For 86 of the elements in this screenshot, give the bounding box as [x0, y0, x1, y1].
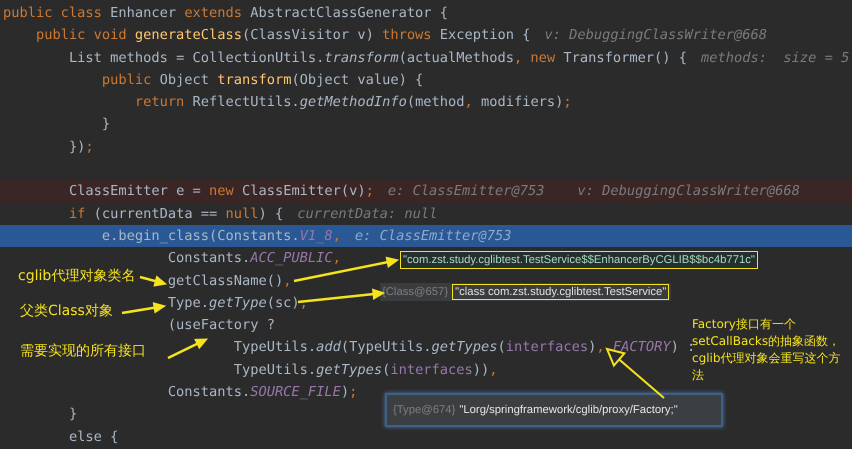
- code-text: Enhancer: [110, 5, 178, 21]
- constant-name: V1_8: [300, 228, 333, 244]
- code-text: (useFactory ?: [168, 317, 275, 334]
- code-text: TypeUtils.: [234, 362, 316, 378]
- code-keyword: return: [134, 94, 186, 110]
- code-keyword: ,: [464, 94, 474, 110]
- constant-name: FACTORY: [612, 339, 671, 356]
- debug-value-hint: v: DebuggingClassWriter@668: [544, 27, 767, 44]
- code-keyword: ;: [85, 138, 94, 155]
- code-keyword: null: [226, 206, 258, 222]
- code-text: (TypeUtils.: [340, 339, 432, 356]
- code-text: (actualMethods: [398, 50, 514, 66]
- popup-value: "Lorg/springframework/cglib/proxy/Factory;": [459, 404, 678, 416]
- code-text: Exception {: [440, 27, 530, 44]
- code-text: (: [497, 339, 506, 356]
- method-call: getTypes: [432, 339, 498, 356]
- code-keyword: public class: [3, 5, 103, 21]
- code-text: Constants.: [168, 250, 250, 266]
- arrow: [167, 338, 208, 360]
- code-text: Constants.: [168, 384, 250, 400]
- code-text: (: [382, 362, 390, 378]
- constant-name: ACC_PUBLIC: [250, 250, 333, 266]
- method-name: transform: [217, 72, 292, 88]
- code-text: (sc): [266, 294, 300, 311]
- arrow: [122, 302, 166, 314]
- field-name: interfaces: [390, 362, 473, 378]
- code-text: ReflectUtils.: [192, 94, 300, 110]
- code-text: else {: [68, 428, 118, 445]
- code-text: (method: [406, 94, 465, 110]
- code-text: )): [472, 362, 490, 378]
- code-keyword: ,: [332, 228, 341, 244]
- method-call: getTypes: [316, 362, 382, 378]
- code-text: Transformer() {: [563, 50, 688, 66]
- code-text: modifiers): [481, 94, 564, 110]
- annotation-label: 父类Class对象: [20, 302, 113, 320]
- code-keyword: ,: [283, 272, 292, 289]
- code-text: (currentData ==: [94, 206, 218, 222]
- code-keyword: ,: [596, 339, 606, 356]
- code-text: getClassName(): [168, 272, 284, 289]
- highlighted-value: "com.zst.study.cglibtest.TestService$$EnhancerByCGLIB$$bc4b771c": [400, 251, 758, 269]
- code-text: }): [68, 138, 86, 155]
- code-text: Object: [160, 72, 210, 88]
- highlighted-value: "class com.zst.study.cglibtest.TestService": [452, 284, 670, 300]
- code-text: (Object value) {: [291, 72, 424, 88]
- code-keyword: ;: [563, 94, 572, 110]
- method-call: add: [316, 339, 341, 356]
- debug-value-hint: e: ClassEmitter@753: [354, 228, 512, 244]
- code-text: e.begin_class(Constants.: [102, 228, 300, 244]
- code-keyword: throws: [382, 27, 433, 44]
- code-text: ): [588, 339, 596, 356]
- code-text: Type.: [168, 294, 210, 311]
- code-text: ): [340, 384, 350, 400]
- debug-value-hint: currentData: null: [297, 206, 438, 222]
- debug-value-hint: methods: size = 5: [701, 50, 850, 66]
- code-text: TypeUtils.: [234, 339, 316, 356]
- field-name: interfaces: [506, 339, 588, 356]
- code-text: }: [102, 116, 110, 132]
- code-text: ClassEmitter(v): [242, 183, 366, 200]
- code-keyword: ,: [489, 362, 498, 378]
- code-text: List methods = CollectionUtils.: [68, 50, 324, 66]
- debug-value-hint: e: ClassEmitter@753 v: DebuggingClassWriter@668: [388, 183, 800, 200]
- code-keyword: ,: [300, 294, 308, 311]
- code-keyword: public void: [36, 27, 128, 44]
- code-text: AbstractClassGenerator {: [250, 5, 448, 21]
- annotation-label: cglib代理对象类名: [18, 267, 136, 285]
- code-keyword: new: [209, 183, 235, 200]
- code-keyword: ,: [332, 250, 341, 266]
- code-keyword: public: [102, 72, 152, 88]
- method-call: getType: [209, 294, 267, 311]
- code-text: ) {: [258, 206, 284, 222]
- code-keyword: if: [68, 206, 86, 222]
- object-type-label: {Class@657}: [382, 286, 448, 298]
- object-type-label: {Type@674}: [393, 404, 456, 416]
- method-call: getMethodInfo: [300, 94, 407, 110]
- annotation-label: 需要实现的所有接口: [20, 342, 146, 360]
- constant-name: SOURCE_FILE: [250, 384, 341, 400]
- code-text: (ClassVisitor v): [242, 27, 375, 44]
- code-keyword: ;: [366, 183, 374, 200]
- method-name: generateClass: [134, 27, 242, 44]
- method-call: transform: [324, 50, 399, 66]
- code-text: ClassEmitter e =: [68, 183, 202, 200]
- code-keyword: ;: [349, 384, 358, 400]
- code-keyword: extends: [184, 5, 243, 21]
- arrow: [140, 275, 168, 287]
- code-keyword: , new: [514, 50, 556, 66]
- code-text: }: [68, 406, 78, 422]
